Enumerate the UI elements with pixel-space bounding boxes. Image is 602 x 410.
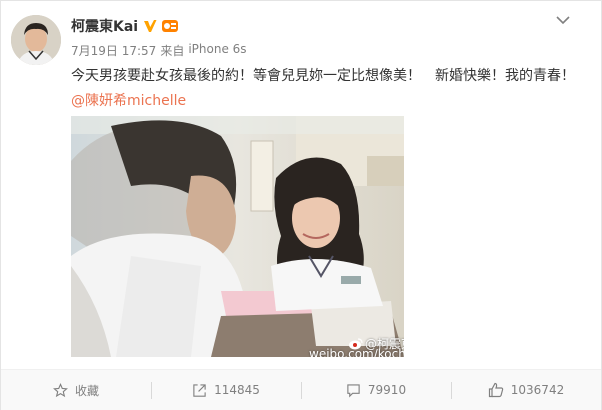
post-timestamp[interactable]: 7月19日 17:57 bbox=[71, 42, 156, 59]
author-row: 柯震東Kai bbox=[71, 16, 179, 36]
post-image[interactable]: @柯震東 weibo.com/kochentu bbox=[71, 116, 404, 357]
star-icon bbox=[53, 382, 68, 397]
repost-button[interactable]: 114845 bbox=[151, 370, 301, 410]
avatar[interactable] bbox=[11, 15, 61, 65]
like-button[interactable]: 1036742 bbox=[451, 370, 601, 410]
share-icon bbox=[193, 383, 206, 397]
fan-badge-icon[interactable] bbox=[161, 18, 179, 34]
post-text: 今天男孩要赴女孩最後的約！等會兒見妳一定比想像美！ 新婚快樂！我的青春！ @陳妍希… bbox=[71, 64, 576, 114]
comment-icon bbox=[347, 383, 360, 397]
action-bar: 收藏 114845 79910 1036742 bbox=[1, 369, 601, 410]
like-count: 1036742 bbox=[510, 383, 565, 397]
comment-count: 79910 bbox=[367, 383, 407, 397]
source-prefix: 来自 bbox=[160, 44, 185, 58]
thumbs-up-icon bbox=[488, 382, 503, 398]
favorite-label: 收藏 bbox=[74, 383, 99, 398]
post-body: 今天男孩要赴女孩最後的約！等會兒見妳一定比想像美！ 新婚快樂！我的青春！ bbox=[71, 68, 575, 84]
weibo-post-card: 柯震東Kai 7月19日 17:57 来自 iPhone 6s 今天男孩要赴女孩… bbox=[0, 0, 602, 410]
mention-link[interactable]: @陳妍希michelle bbox=[71, 93, 186, 109]
favorite-button[interactable]: 收藏 bbox=[1, 370, 151, 410]
chevron-down-icon[interactable] bbox=[555, 14, 571, 26]
comment-button[interactable]: 79910 bbox=[301, 370, 451, 410]
verified-v-icon[interactable] bbox=[143, 19, 157, 33]
post-image-illustration bbox=[71, 116, 404, 357]
repost-count: 114845 bbox=[214, 383, 260, 397]
watermark-url: weibo.com/kochentu bbox=[309, 347, 404, 357]
post-meta: 7月19日 17:57 来自 iPhone 6s bbox=[71, 42, 247, 59]
author-name[interactable]: 柯震東Kai bbox=[71, 16, 138, 36]
post-source[interactable]: iPhone 6s bbox=[188, 42, 246, 59]
